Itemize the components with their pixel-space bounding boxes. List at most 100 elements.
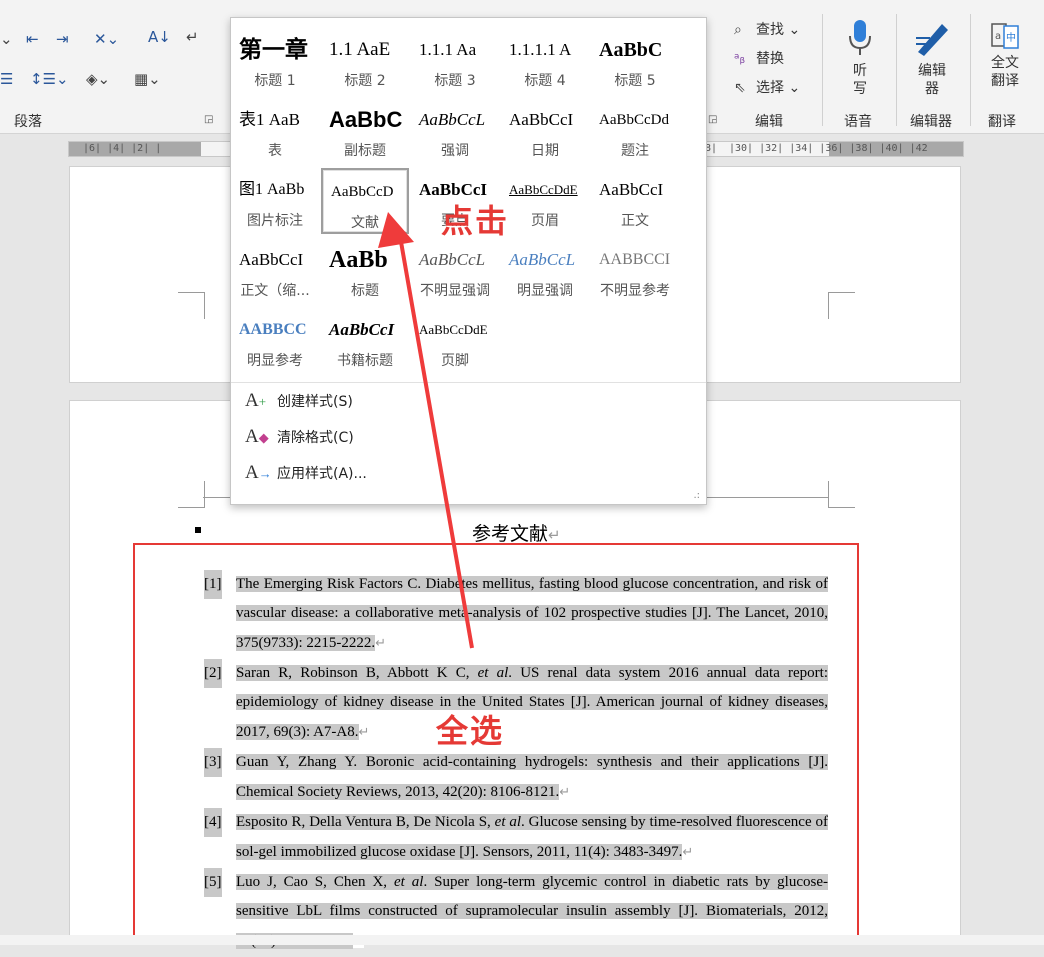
- style-name: 标题 3: [434, 73, 476, 89]
- find-button[interactable]: ⌕ 查找 ⌄: [734, 19, 800, 39]
- style-name: 页眉: [531, 213, 559, 229]
- style-tile[interactable]: AABBCCI 不明显参考: [591, 238, 679, 304]
- create-style-icon: A+: [245, 390, 267, 411]
- editor-group-label: 编辑器: [910, 114, 952, 130]
- style-tile[interactable]: AaBbCcL 明显强调: [501, 238, 589, 304]
- style-tile[interactable]: AaBb 标题: [321, 238, 409, 304]
- svg-text:a: a: [995, 31, 1001, 42]
- style-tile[interactable]: 1.1.1 Aa 标题 3: [411, 28, 499, 94]
- styles-launcher-icon[interactable]: ◲: [708, 114, 717, 125]
- editor-button[interactable]: 编辑器: [906, 18, 958, 98]
- style-tile[interactable]: AaBbCcI 书籍标题: [321, 308, 409, 374]
- show-marks-icon[interactable]: ↵: [186, 28, 199, 46]
- style-sample: AaBbCcI: [329, 320, 395, 339]
- style-sample: AaBbCcDd: [599, 112, 669, 128]
- style-tile[interactable]: AaBbCcD 文献: [321, 168, 409, 234]
- paragraph-mark-icon: ↵: [375, 635, 387, 650]
- style-name: 正文: [621, 213, 649, 229]
- resize-grip-icon[interactable]: .:: [693, 490, 700, 501]
- replace-icon: ᵃᵦ: [734, 51, 746, 67]
- style-name: 标题 4: [524, 73, 566, 89]
- select-button[interactable]: ⇖ 选择 ⌄: [734, 77, 800, 97]
- style-sample: 1.1 AaE: [329, 39, 391, 60]
- style-sample: AABBCCI: [599, 251, 671, 268]
- style-name: 标题 2: [344, 73, 386, 89]
- margin-corner: [178, 481, 205, 508]
- style-tile[interactable]: AaBbCcI 正文（缩...: [231, 238, 319, 304]
- edit-group-label: 编辑: [755, 114, 783, 130]
- style-tile[interactable]: 1.1 AaE 标题 2: [321, 28, 409, 94]
- style-name: 页脚: [441, 353, 469, 369]
- status-bar: [0, 935, 1044, 945]
- microphone-icon: [849, 20, 871, 55]
- apply-styles-button[interactable]: A→ 应用样式(A)...: [245, 462, 367, 484]
- paragraph-mark-icon: ↵: [682, 844, 694, 859]
- paragraph-launcher-icon[interactable]: ◲: [204, 114, 213, 125]
- style-sample: AaBbCcL: [419, 110, 486, 129]
- paragraph-bullet-mark: [195, 527, 201, 533]
- reference-item[interactable]: [4] Esposito R, Della Ventura B, De Nico…: [204, 808, 828, 867]
- style-sample: 图1 AaBb: [239, 181, 305, 198]
- clear-formatting-button[interactable]: A◆ 清除格式(C): [245, 426, 354, 448]
- style-name: 图片标注: [247, 213, 303, 229]
- apply-style-icon: A→: [245, 462, 272, 483]
- paragraph-group-label: 段落: [14, 114, 42, 130]
- style-tile[interactable]: AaBbCcI 日期: [501, 98, 589, 164]
- replace-button[interactable]: ᵃᵦ 替换: [734, 48, 784, 68]
- style-tile[interactable]: AABBCC 明显参考: [231, 308, 319, 374]
- style-tile[interactable]: AaBbCcL 不明显强调: [411, 238, 499, 304]
- style-tile[interactable]: AaBbCcDdE 页眉: [501, 168, 589, 234]
- styles-gallery-dropdown: 第一章标题 1 1.1 AaE 标题 2 1.1.1 Aa 标题 3 1.1.1.1 A 标…: [230, 17, 707, 505]
- increase-indent-icon[interactable]: ⇥: [56, 30, 69, 48]
- style-name: 标题 5: [614, 73, 656, 89]
- references-list[interactable]: [1] The Emerging Risk Factors C. Diabete…: [204, 570, 828, 957]
- style-name: 书籍标题: [337, 353, 393, 369]
- reference-item[interactable]: [1] The Emerging Risk Factors C. Diabete…: [204, 570, 828, 658]
- translate-icon: a 中: [991, 23, 1019, 49]
- voice-group-label: 语音: [844, 114, 872, 130]
- create-style-button[interactable]: A+ 创建样式(S): [245, 390, 353, 412]
- style-tile[interactable]: AaBbCcDdE 页脚: [411, 308, 499, 374]
- style-sample: 1.1.1 Aa: [419, 40, 477, 59]
- style-tile[interactable]: 1.1.1.1 A 标题 4: [501, 28, 589, 94]
- style-tile[interactable]: AaBbCcI 正文: [591, 168, 679, 234]
- select-all-annotation: 全选: [436, 712, 505, 750]
- dictate-button[interactable]: 听写: [840, 18, 880, 98]
- sort-icon[interactable]: A↓: [148, 28, 171, 46]
- eraser-icon: A◆: [245, 426, 269, 447]
- style-name: 标题 1: [254, 73, 296, 89]
- list-dropdown-icon[interactable]: ⌄: [0, 30, 13, 48]
- line-spacing-icon[interactable]: ↕☰⌄: [30, 70, 69, 88]
- style-name: 表: [268, 143, 282, 159]
- style-tile[interactable]: 图1 AaBb 图片标注: [231, 168, 319, 234]
- style-sample: AaBbCcI: [239, 250, 304, 269]
- search-icon: ⌕: [734, 22, 742, 38]
- style-tile[interactable]: AaBbCcDd 题注: [591, 98, 679, 164]
- style-sample: 第一章: [239, 37, 308, 63]
- style-sample: AaBbCcL: [419, 250, 486, 269]
- margin-corner: [178, 292, 205, 319]
- borders-icon[interactable]: ▦⌄: [134, 70, 161, 88]
- style-tile[interactable]: 第一章标题 1: [231, 28, 319, 94]
- margin-corner: [828, 292, 855, 319]
- separator: [970, 14, 971, 126]
- reference-item[interactable]: [3] Guan Y, Zhang Y. Boronic acid-contai…: [204, 748, 828, 807]
- references-heading[interactable]: 参考文献↵: [472, 519, 561, 546]
- style-name: 标题: [351, 283, 379, 299]
- asian-layout-icon[interactable]: ✕⌄: [94, 30, 119, 48]
- style-tile[interactable]: AaBbC 副标题: [321, 98, 409, 164]
- justify-icon[interactable]: ☰: [0, 70, 13, 88]
- paragraph-mark-icon: ↵: [548, 526, 561, 544]
- style-sample: AaBbC: [329, 107, 403, 132]
- reference-item[interactable]: [2] Saran R, Robinson B, Abbott K C, et …: [204, 659, 828, 747]
- references-heading-row[interactable]: 参考文献↵: [70, 517, 970, 545]
- style-tile[interactable]: AaBbCcL 强调: [411, 98, 499, 164]
- style-tile[interactable]: AaBbC 标题 5: [591, 28, 679, 94]
- style-sample: AaBbCcL: [509, 250, 576, 269]
- decrease-indent-icon[interactable]: ⇤: [26, 30, 39, 48]
- style-tile[interactable]: 表1 AaB 表: [231, 98, 319, 164]
- translate-button[interactable]: a 中 全文翻译: [980, 22, 1030, 90]
- click-annotation: 点击: [441, 202, 510, 240]
- style-sample: AABBCC: [239, 321, 307, 338]
- shading-icon[interactable]: ◈⌄: [86, 70, 110, 88]
